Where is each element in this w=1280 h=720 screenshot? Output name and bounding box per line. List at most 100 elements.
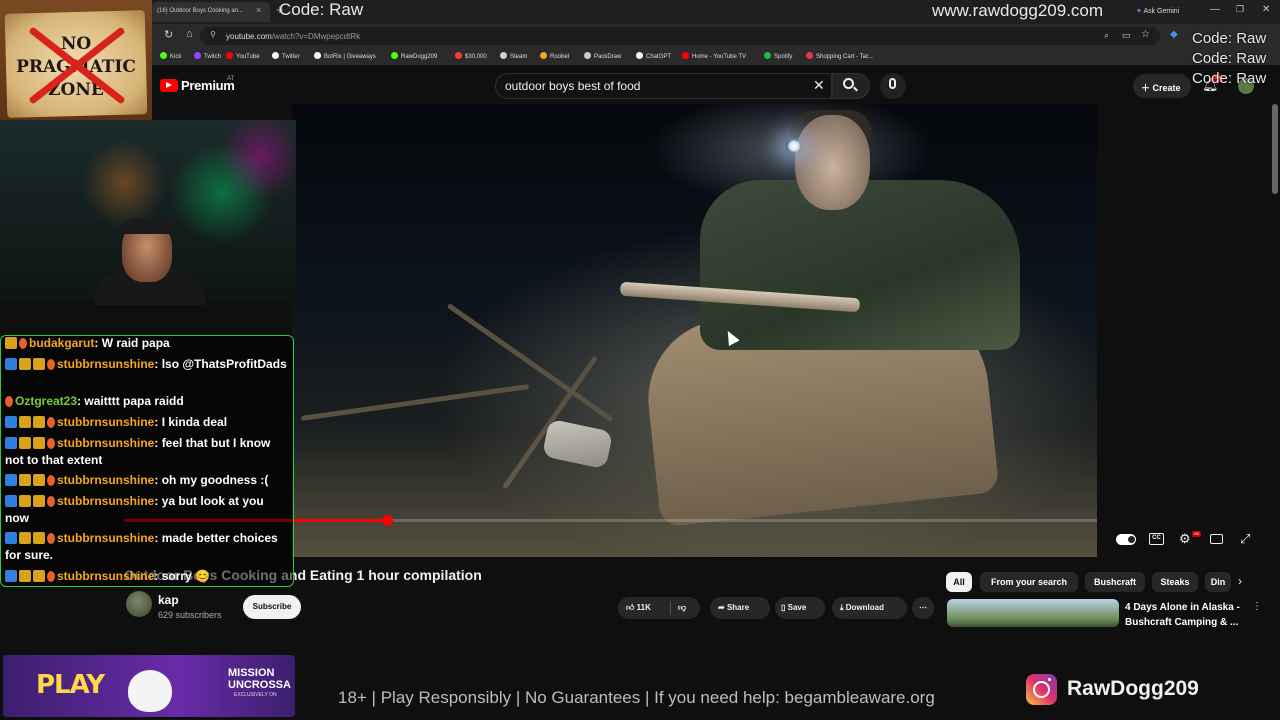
bookmark-item[interactable]: Spotify	[764, 52, 792, 60]
channel-avatar[interactable]	[126, 591, 152, 617]
extension-icon[interactable]: ◆	[1170, 29, 1178, 40]
webcam-person-cap	[122, 218, 174, 234]
captions-icon[interactable]: CC	[1149, 533, 1164, 545]
bookmark-item[interactable]: Twitter	[272, 52, 300, 60]
youtube-region: AT	[227, 76, 235, 82]
bookmark-favicon-icon	[682, 52, 689, 59]
site-info-icon[interactable]: ⚲	[210, 30, 216, 39]
bookmark-favicon-icon	[584, 52, 591, 59]
url-host: youtube.com	[226, 32, 272, 41]
dislike-button[interactable]: 👎︎	[678, 597, 686, 619]
bookmark-favicon-icon	[272, 52, 279, 59]
chevron-right-icon[interactable]: ›	[1238, 574, 1242, 588]
chat-separator: :	[94, 336, 102, 350]
ask-gemini-button[interactable]: ✦ Ask Gemini	[1136, 7, 1179, 15]
chat-badge-icon	[33, 437, 45, 449]
chat-message: stubbrnsunshine: ya but look at you now	[5, 493, 290, 527]
like-divider	[670, 601, 671, 615]
tab-close-icon[interactable]: ×	[256, 5, 261, 15]
bookmark-star-icon[interactable]: ☆	[1141, 29, 1150, 40]
browser-tab[interactable]: (16) Outdoor Boys Cooking an...	[152, 2, 270, 22]
recommendation-title[interactable]: 4 Days Alone in Alaska - Bushcraft Campi…	[1125, 600, 1255, 630]
cast-icon[interactable]: ▭	[1122, 30, 1131, 41]
recommendation-menu-icon[interactable]: ⋮	[1252, 601, 1262, 612]
bookmark-item[interactable]: BotRix | Giveaways	[314, 52, 376, 60]
download-label: Download	[845, 603, 884, 612]
instagram-handle: RawDogg209	[1067, 677, 1199, 700]
chat-badge-icon	[19, 416, 31, 428]
bookmark-item[interactable]: RawDogg209	[391, 52, 437, 60]
bookmark-favicon-icon	[806, 52, 813, 59]
chat-message: Oztgreat23: waitttt papa raidd	[5, 393, 290, 410]
fullscreen-icon[interactable]: ⤢	[1240, 531, 1250, 547]
bookmark-label: Twitter	[282, 54, 300, 60]
refresh-icon[interactable]: ↻	[164, 28, 173, 41]
bookmark-label: ChatGPT	[646, 54, 672, 60]
bookmark-favicon-icon	[314, 52, 321, 59]
bookmark-label: Twitch	[204, 54, 222, 60]
chip-all[interactable]: All	[946, 572, 972, 592]
chat-badge-icon	[5, 337, 17, 349]
bookmark-item[interactable]: Steam	[500, 52, 527, 60]
clear-search-icon[interactable]: ✕	[813, 77, 825, 94]
chip-from-your-search[interactable]: From your search	[980, 572, 1078, 592]
code-raw-line: Code: Raw	[1192, 50, 1267, 67]
channel-name[interactable]: kap	[158, 593, 179, 607]
miniplayer-icon[interactable]	[1210, 534, 1223, 544]
share-button[interactable]: ➦ Share	[710, 597, 770, 619]
chat-username: stubbrnsunshine	[57, 569, 155, 583]
bookmark-label: Roobet	[550, 54, 570, 60]
scene-person-jacket	[700, 180, 1020, 350]
chip-bushcraft[interactable]: Bushcraft	[1085, 572, 1145, 592]
settings-gear-icon[interactable]: ⚙	[1179, 531, 1191, 547]
chat-badge-icon	[19, 532, 31, 544]
home-icon[interactable]: ⌂	[186, 28, 193, 40]
bookmark-item[interactable]: Shopping Cart - Tac...	[806, 52, 874, 60]
maximize-icon[interactable]: ❐	[1236, 4, 1244, 15]
chat-badge-icon	[33, 532, 45, 544]
chat-badge-icon	[47, 359, 55, 370]
chat-username: stubbrnsunshine	[57, 494, 155, 508]
subscribe-button[interactable]: Subscribe	[243, 595, 301, 619]
chat-message: stubbrnsunshine: lso @ThatsProfitDads	[5, 356, 290, 373]
bookmark-item[interactable]: Kick	[160, 52, 181, 60]
bookmark-label: Shopping Cart - Tac...	[816, 54, 874, 60]
create-button[interactable]: ＋ Create	[1133, 74, 1191, 98]
bookmark-item[interactable]: Twitch	[194, 52, 221, 60]
recommendation-thumbnail[interactable]	[947, 599, 1119, 627]
bookmark-item[interactable]: ChatGPT	[636, 52, 671, 60]
save-label: Save	[787, 603, 807, 612]
chat-username: stubbrnsunshine	[57, 473, 155, 487]
chat-badge-icon	[33, 416, 45, 428]
youtube-play-glyph	[166, 82, 172, 88]
bookmark-item[interactable]: Roobet	[540, 52, 569, 60]
bookmark-item[interactable]: PackDraw	[584, 52, 621, 60]
like-button[interactable]: 👍︎ 11K	[626, 597, 651, 619]
window-close-icon[interactable]: ✕	[1262, 4, 1270, 15]
share-icon: ➦	[718, 603, 727, 612]
code-raw-overlay: Code: Raw	[279, 0, 364, 19]
instagram-icon-ring	[1033, 681, 1050, 698]
save-button[interactable]: ▯ Save	[775, 597, 825, 619]
chip-steaks[interactable]: Steaks	[1152, 572, 1198, 592]
bookmark-item[interactable]: $30,000	[455, 52, 487, 60]
thumbs-down-icon: 👎︎	[678, 603, 687, 612]
more-actions-icon[interactable]: ⋯	[912, 597, 934, 619]
page-scrollbar[interactable]	[1272, 104, 1278, 194]
bookmark-item[interactable]: Home - YouTube TV	[682, 52, 746, 60]
download-button[interactable]: ⤓ Download	[832, 597, 907, 619]
video-progress-scrubber[interactable]	[381, 515, 393, 526]
chat-username: stubbrnsunshine	[57, 531, 155, 545]
chat-badge-icon	[5, 396, 13, 407]
url-text[interactable]: youtube.com/watch?v=DMwpepcdtRk	[226, 32, 360, 41]
bookmark-favicon-icon	[500, 52, 507, 59]
bookmark-item[interactable]: YouTube	[226, 52, 260, 60]
bookmark-label: Home - YouTube TV	[692, 54, 747, 60]
bookmark-label: Spotify	[774, 54, 793, 60]
chip-din[interactable]: Din	[1205, 572, 1231, 592]
minimize-icon[interactable]: —	[1210, 4, 1220, 15]
chat-username: budakgarut	[29, 336, 95, 350]
bookmark-label: $30,000	[465, 54, 487, 60]
zoom-search-icon[interactable]: ⌕	[1104, 30, 1109, 41]
search-query[interactable]: outdoor boys best of food	[505, 79, 640, 93]
